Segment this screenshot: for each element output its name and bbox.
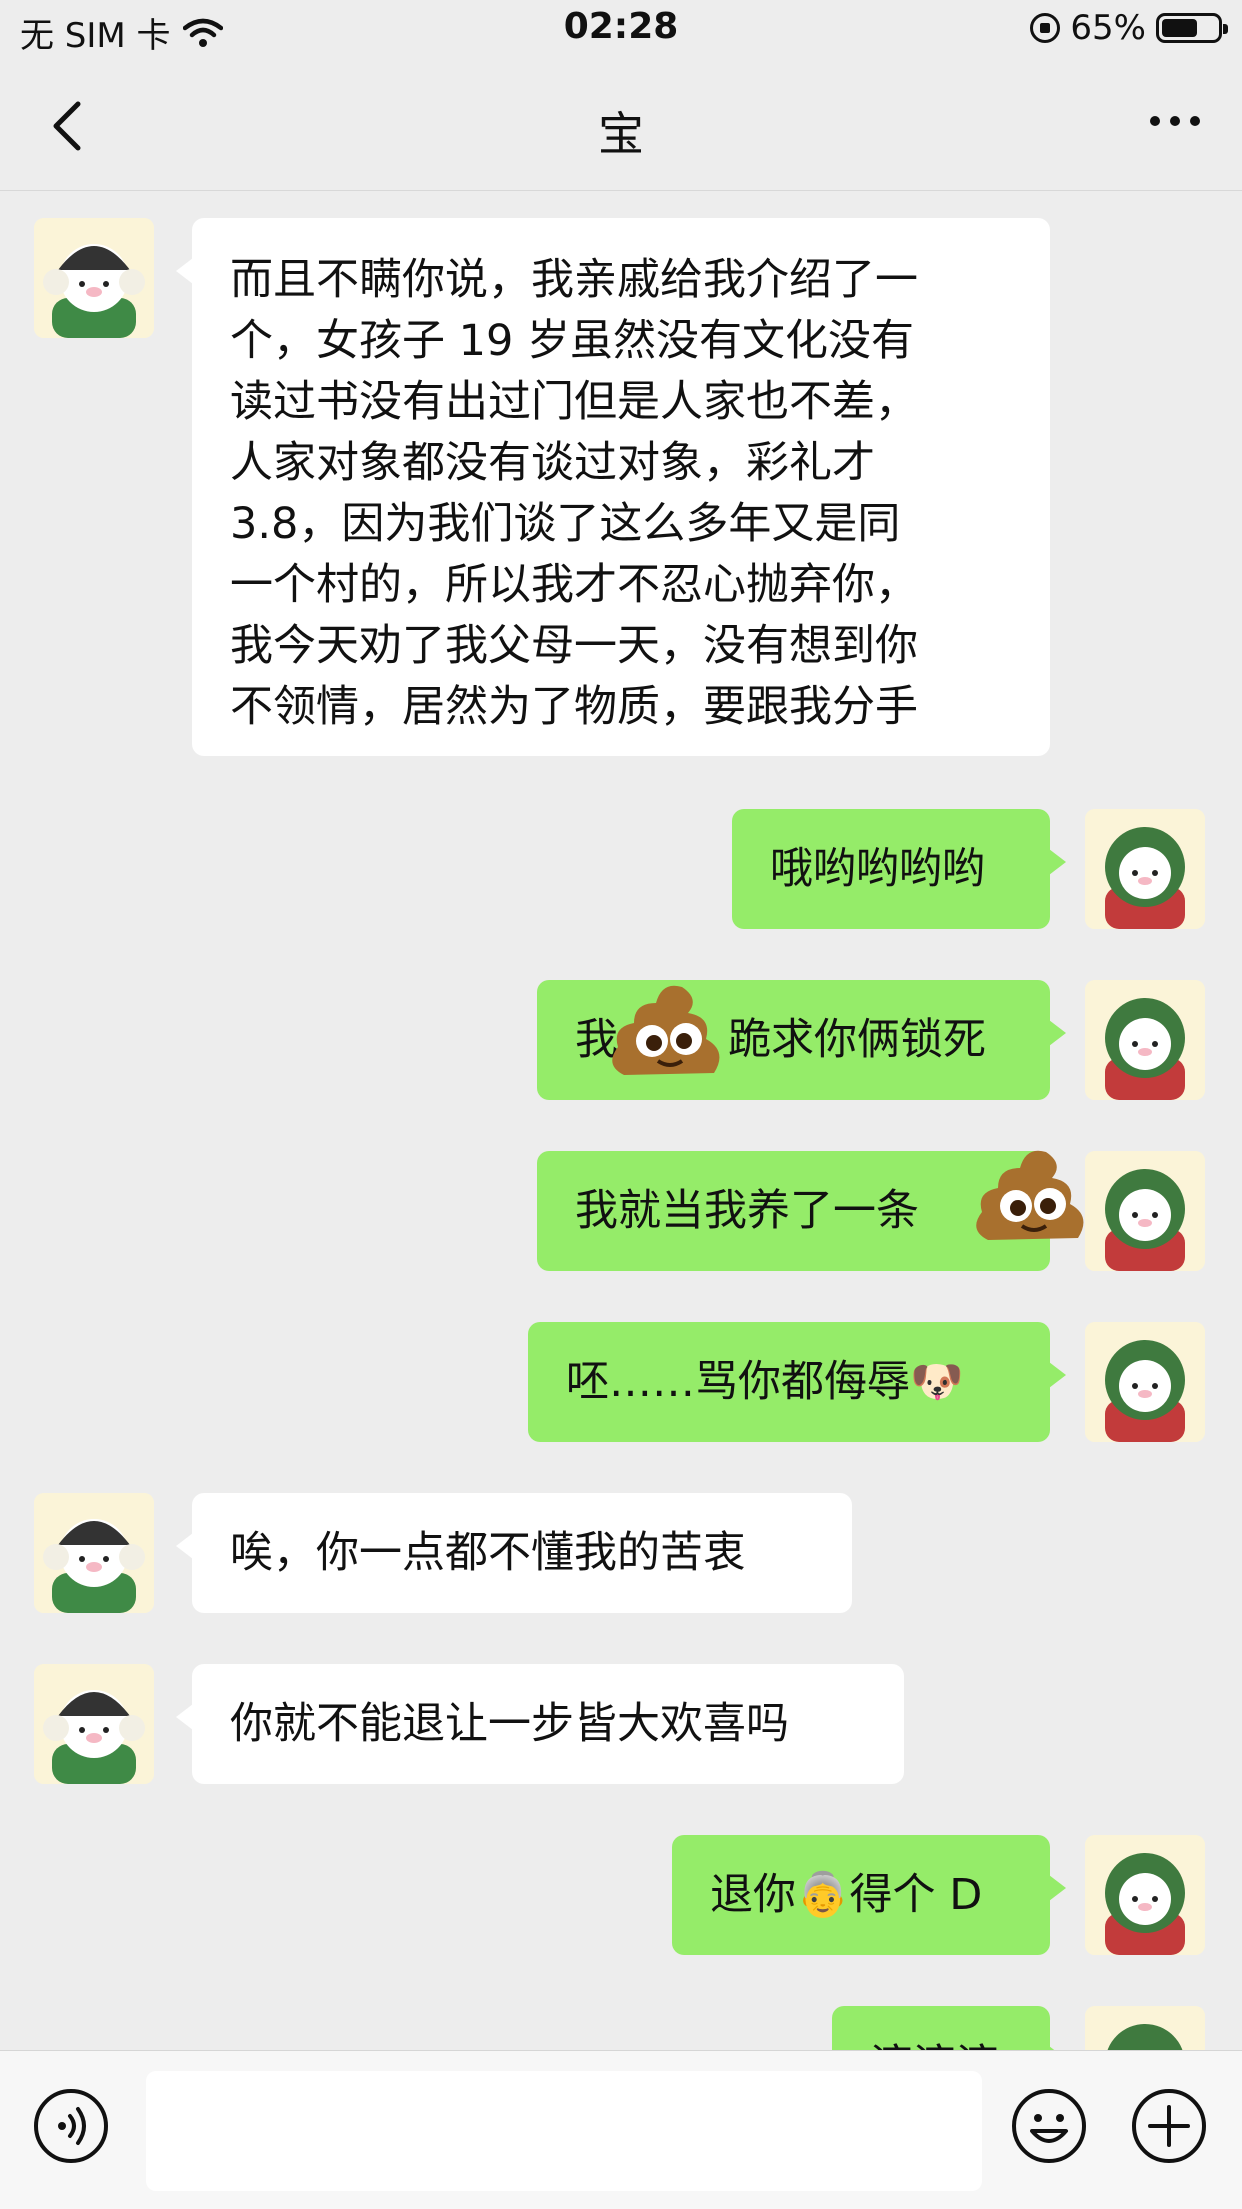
pig-green-hood-avatar xyxy=(1085,809,1205,929)
contact-avatar[interactable] xyxy=(34,218,154,338)
status-bar: 无 SIM 卡 02:28 65% xyxy=(0,0,1242,62)
message-text: 呸……骂你都侮辱 xyxy=(566,1357,910,1407)
voice-input-icon[interactable] xyxy=(32,2087,110,2165)
message-input[interactable] xyxy=(146,2071,982,2191)
pig-green-hood-avatar xyxy=(1085,1835,1205,1955)
my-avatar[interactable] xyxy=(1085,1151,1205,1271)
message-text: 我就当我养了一条 xyxy=(575,1186,919,1236)
contact-avatar[interactable] xyxy=(34,1493,154,1613)
message-bubble-outgoing[interactable]: 哦哟哟哟哟 xyxy=(732,809,1066,929)
battery-tip xyxy=(1223,24,1228,34)
chat-title: 宝 xyxy=(598,107,644,161)
my-avatar[interactable] xyxy=(1085,809,1205,929)
message-bubble-incoming[interactable]: 你就不能退让一步皆大欢喜吗 xyxy=(176,1664,904,1784)
more-dots-icon[interactable] xyxy=(1150,116,1200,126)
battery-status: 65% xyxy=(1030,8,1228,48)
poop-sticker-icon xyxy=(612,985,720,1075)
my-avatar[interactable] xyxy=(1085,1835,1205,1955)
battery-icon xyxy=(1156,13,1228,43)
pig-winter-hat-avatar xyxy=(34,1664,154,1784)
pig-green-hood-avatar xyxy=(1085,1322,1205,1442)
battery-percent: 65% xyxy=(1070,8,1146,48)
my-avatar[interactable] xyxy=(1085,980,1205,1100)
pig-green-hood-avatar xyxy=(1085,1151,1205,1271)
message-bubble-incoming[interactable]: 而且不瞒你说，我亲戚给我介绍了一 个，女孩子 19 岁虽然没有文化没有 读过书没… xyxy=(176,218,1050,756)
orientation-lock-icon xyxy=(1030,13,1061,43)
message-text: 退你 xyxy=(710,1870,796,1920)
contact-avatar[interactable] xyxy=(34,1664,154,1784)
chat-header: 宝 xyxy=(0,62,1242,191)
grandma-emoji-icon: 👵 xyxy=(796,1870,850,1920)
pig-green-hood-avatar xyxy=(1085,980,1205,1100)
poop-sticker-icon xyxy=(976,1150,1084,1240)
pig-winter-hat-avatar xyxy=(34,218,154,338)
battery-fill xyxy=(1162,19,1198,37)
message-bubble-outgoing[interactable]: 呸……骂你都侮辱🐶 xyxy=(528,1322,1066,1442)
pig-winter-hat-avatar xyxy=(34,1493,154,1613)
chat-input-bar xyxy=(0,2050,1242,2209)
plus-icon[interactable] xyxy=(1130,2087,1208,2165)
message-text-continued: 跪求你俩锁死 xyxy=(728,1015,986,1065)
emoji-icon[interactable] xyxy=(1010,2087,1088,2165)
my-avatar[interactable] xyxy=(1085,1322,1205,1442)
message-bubble-incoming[interactable]: 唉，你一点都不懂我的苦衷 xyxy=(176,1493,852,1613)
dog-emoji-icon: 🐶 xyxy=(910,1357,964,1407)
message-bubble-outgoing[interactable]: 退你👵得个 D xyxy=(672,1835,1066,1955)
message-text-continued: 得个 D xyxy=(849,1870,983,1920)
